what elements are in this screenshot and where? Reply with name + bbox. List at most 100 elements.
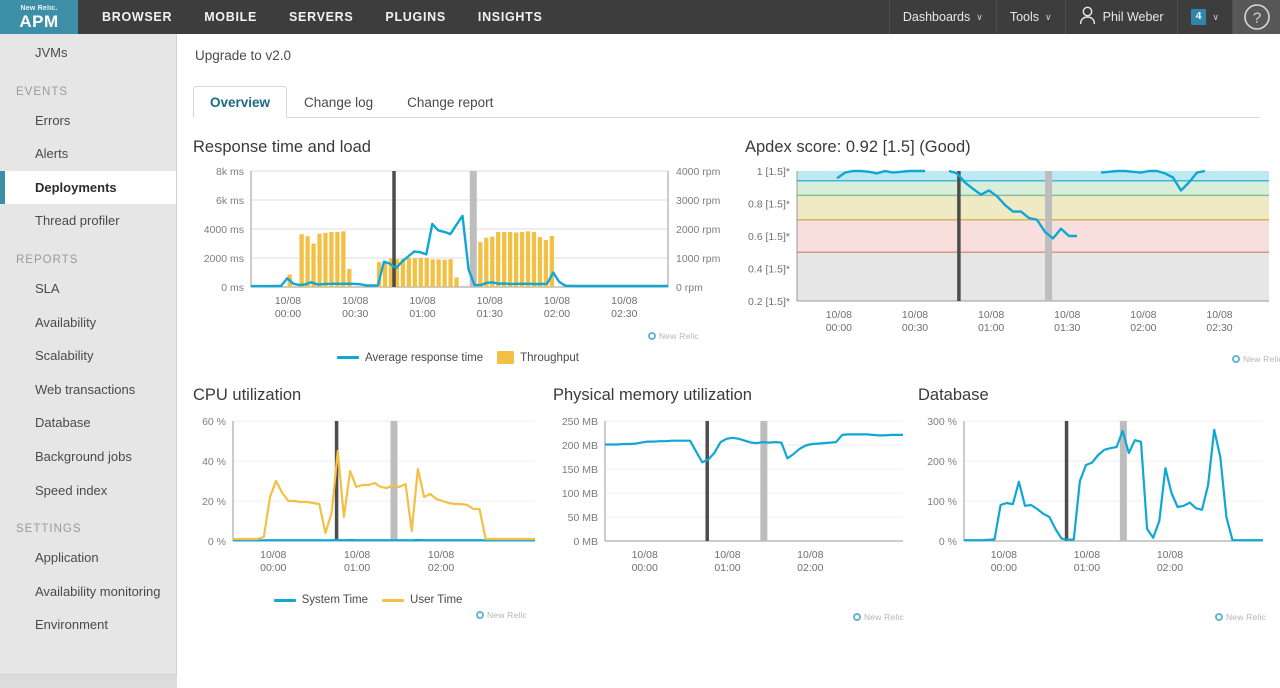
- svg-text:300 %: 300 %: [927, 416, 957, 428]
- user-account-menu[interactable]: Phil Weber: [1065, 0, 1177, 34]
- dashboards-menu[interactable]: Dashboards ∨: [889, 0, 996, 34]
- nav-link-mobile[interactable]: MOBILE: [188, 0, 273, 34]
- tab-change-log[interactable]: Change log: [287, 86, 390, 118]
- sidebar-item-database[interactable]: Database: [0, 406, 176, 440]
- newrelic-watermark: New Relic: [476, 610, 527, 620]
- svg-text:20 %: 20 %: [202, 496, 226, 508]
- svg-text:10/08: 10/08: [1130, 309, 1156, 321]
- svg-text:0 rpm: 0 rpm: [676, 282, 703, 294]
- svg-text:01:00: 01:00: [344, 562, 370, 574]
- svg-text:00:00: 00:00: [260, 562, 286, 574]
- sidebar-item-background-jobs[interactable]: Background jobs: [0, 440, 176, 474]
- dashboards-label: Dashboards: [903, 10, 970, 24]
- svg-text:10/08: 10/08: [978, 309, 1004, 321]
- newrelic-ring-icon: [853, 613, 861, 621]
- chevron-down-icon: ∨: [976, 12, 983, 23]
- svg-text:10/08: 10/08: [1206, 309, 1232, 321]
- svg-text:1000 rpm: 1000 rpm: [676, 253, 721, 265]
- svg-text:01:00: 01:00: [1074, 562, 1100, 574]
- nav-link-plugins[interactable]: PLUGINS: [369, 0, 461, 34]
- question-mark-icon: ?: [1243, 3, 1271, 31]
- svg-text:1 [1.5]*: 1 [1.5]*: [757, 166, 790, 178]
- legend-system-time[interactable]: System Time: [274, 594, 368, 606]
- sidebar-item-alerts[interactable]: Alerts: [0, 137, 176, 171]
- top-navigation-bar: New Relic. APM BROWSER MOBILE SERVERS PL…: [0, 0, 1280, 34]
- sidebar-item-availability[interactable]: Availability: [0, 306, 176, 340]
- legend-average-response-time[interactable]: Average response time: [337, 352, 483, 364]
- tools-label: Tools: [1010, 10, 1039, 24]
- tools-menu[interactable]: Tools ∨: [996, 0, 1065, 34]
- sidebar-item-jvms[interactable]: JVMs: [0, 36, 176, 70]
- response-time-plot[interactable]: 0 ms0 rpm2000 ms1000 rpm4000 ms2000 rpm6…: [193, 165, 723, 345]
- newrelic-watermark: New Relic: [648, 331, 699, 341]
- database-plot[interactable]: 0 %100 %200 %300 %10/0800:0010/0801:0010…: [918, 413, 1268, 588]
- svg-text:60 %: 60 %: [202, 416, 226, 428]
- svg-text:10/08: 10/08: [902, 309, 928, 321]
- charts-row-top: Response time and load 0 ms 0 rpm 2000 ms 1…: [193, 138, 1260, 364]
- help-button[interactable]: ?: [1232, 0, 1280, 34]
- svg-text:10/08: 10/08: [342, 295, 368, 307]
- svg-text:0.8 [1.5]*: 0.8 [1.5]*: [748, 199, 790, 211]
- svg-text:01:00: 01:00: [978, 322, 1004, 334]
- notifications-menu[interactable]: 4 ∨: [1177, 0, 1232, 34]
- svg-text:2000 ms: 2000 ms: [204, 253, 244, 265]
- legend-user-time[interactable]: User Time: [382, 594, 462, 606]
- nav-link-insights[interactable]: INSIGHTS: [462, 0, 559, 34]
- tab-bar: Overview Change log Change report: [193, 85, 1260, 118]
- svg-text:10/08: 10/08: [826, 309, 852, 321]
- svg-text:0 ms: 0 ms: [221, 282, 244, 294]
- watermark-label: New Relic: [659, 331, 699, 341]
- secondary-nav-links: Dashboards ∨ Tools ∨ Phil Weber 4 ∨ ?: [889, 0, 1280, 34]
- response-time-chart-title: Response time and load: [193, 138, 723, 157]
- sidebar-item-sla[interactable]: SLA: [0, 272, 176, 306]
- chevron-down-icon: ∨: [1212, 12, 1219, 23]
- legend-label: Average response time: [365, 352, 483, 364]
- svg-text:4000 ms: 4000 ms: [204, 224, 244, 236]
- svg-text:0 %: 0 %: [939, 536, 957, 548]
- svg-text:02:30: 02:30: [611, 308, 637, 320]
- svg-text:01:00: 01:00: [409, 308, 435, 320]
- sidebar-item-application[interactable]: Application: [0, 541, 176, 575]
- sidebar-item-errors[interactable]: Errors: [0, 104, 176, 138]
- chevron-down-icon: ∨: [1045, 12, 1052, 23]
- tab-overview[interactable]: Overview: [193, 86, 287, 118]
- svg-text:02:00: 02:00: [428, 562, 454, 574]
- sidebar-item-speed-index[interactable]: Speed index: [0, 474, 176, 508]
- svg-text:250 MB: 250 MB: [562, 416, 598, 428]
- svg-text:01:30: 01:30: [477, 308, 503, 320]
- memory-plot[interactable]: 0 MB50 MB100 MB150 MB200 MB250 MB10/0800…: [553, 413, 908, 588]
- tab-change-report[interactable]: Change report: [390, 86, 510, 118]
- svg-text:8k ms: 8k ms: [216, 166, 244, 178]
- svg-text:10/08: 10/08: [544, 295, 570, 307]
- svg-text:01:00: 01:00: [714, 562, 740, 574]
- sidebar-item-environment[interactable]: Environment: [0, 608, 176, 642]
- newrelic-watermark: New Relic: [1232, 354, 1280, 364]
- svg-text:10/08: 10/08: [477, 295, 503, 307]
- sidebar-item-web-transactions[interactable]: Web transactions: [0, 373, 176, 407]
- cpu-utilization-panel: CPU utilization 0 %20 %40 %60 %10/0800:0…: [193, 386, 543, 606]
- svg-text:00:30: 00:30: [902, 322, 928, 334]
- svg-text:10/08: 10/08: [632, 549, 658, 561]
- physical-memory-panel: Physical memory utilization 0 MB50 MB100…: [553, 386, 908, 606]
- svg-text:0.2 [1.5]*: 0.2 [1.5]*: [748, 296, 790, 308]
- sidebar-item-thread-profiler[interactable]: Thread profiler: [0, 204, 176, 238]
- apdex-plot[interactable]: 0.2 [1.5]*0.4 [1.5]*0.6 [1.5]*0.8 [1.5]*…: [745, 165, 1280, 360]
- svg-text:?: ?: [1252, 10, 1260, 27]
- legend-throughput[interactable]: Throughput: [497, 351, 579, 364]
- upgrade-link[interactable]: Upgrade to v2.0: [195, 48, 1260, 63]
- svg-text:0.6 [1.5]*: 0.6 [1.5]*: [748, 231, 790, 243]
- sidebar-item-availability-monitoring[interactable]: Availability monitoring: [0, 575, 176, 609]
- newrelic-apm-logo[interactable]: New Relic. APM: [0, 0, 78, 34]
- svg-text:40 %: 40 %: [202, 456, 226, 468]
- primary-nav-links: BROWSER MOBILE SERVERS PLUGINS INSIGHTS: [86, 0, 559, 34]
- nav-link-servers[interactable]: SERVERS: [273, 0, 369, 34]
- svg-text:02:30: 02:30: [1206, 322, 1232, 334]
- cpu-plot[interactable]: 0 %20 %40 %60 %10/0800:0010/0801:0010/08…: [193, 413, 543, 588]
- sidebar-item-scalability[interactable]: Scalability: [0, 339, 176, 373]
- svg-text:00:00: 00:00: [275, 308, 301, 320]
- response-time-legend: Average response time Throughput: [193, 351, 723, 364]
- sidebar-item-deployments[interactable]: Deployments: [0, 171, 176, 205]
- svg-text:10/08: 10/08: [260, 549, 286, 561]
- newrelic-ring-icon: [476, 611, 484, 619]
- nav-link-browser[interactable]: BROWSER: [86, 0, 188, 34]
